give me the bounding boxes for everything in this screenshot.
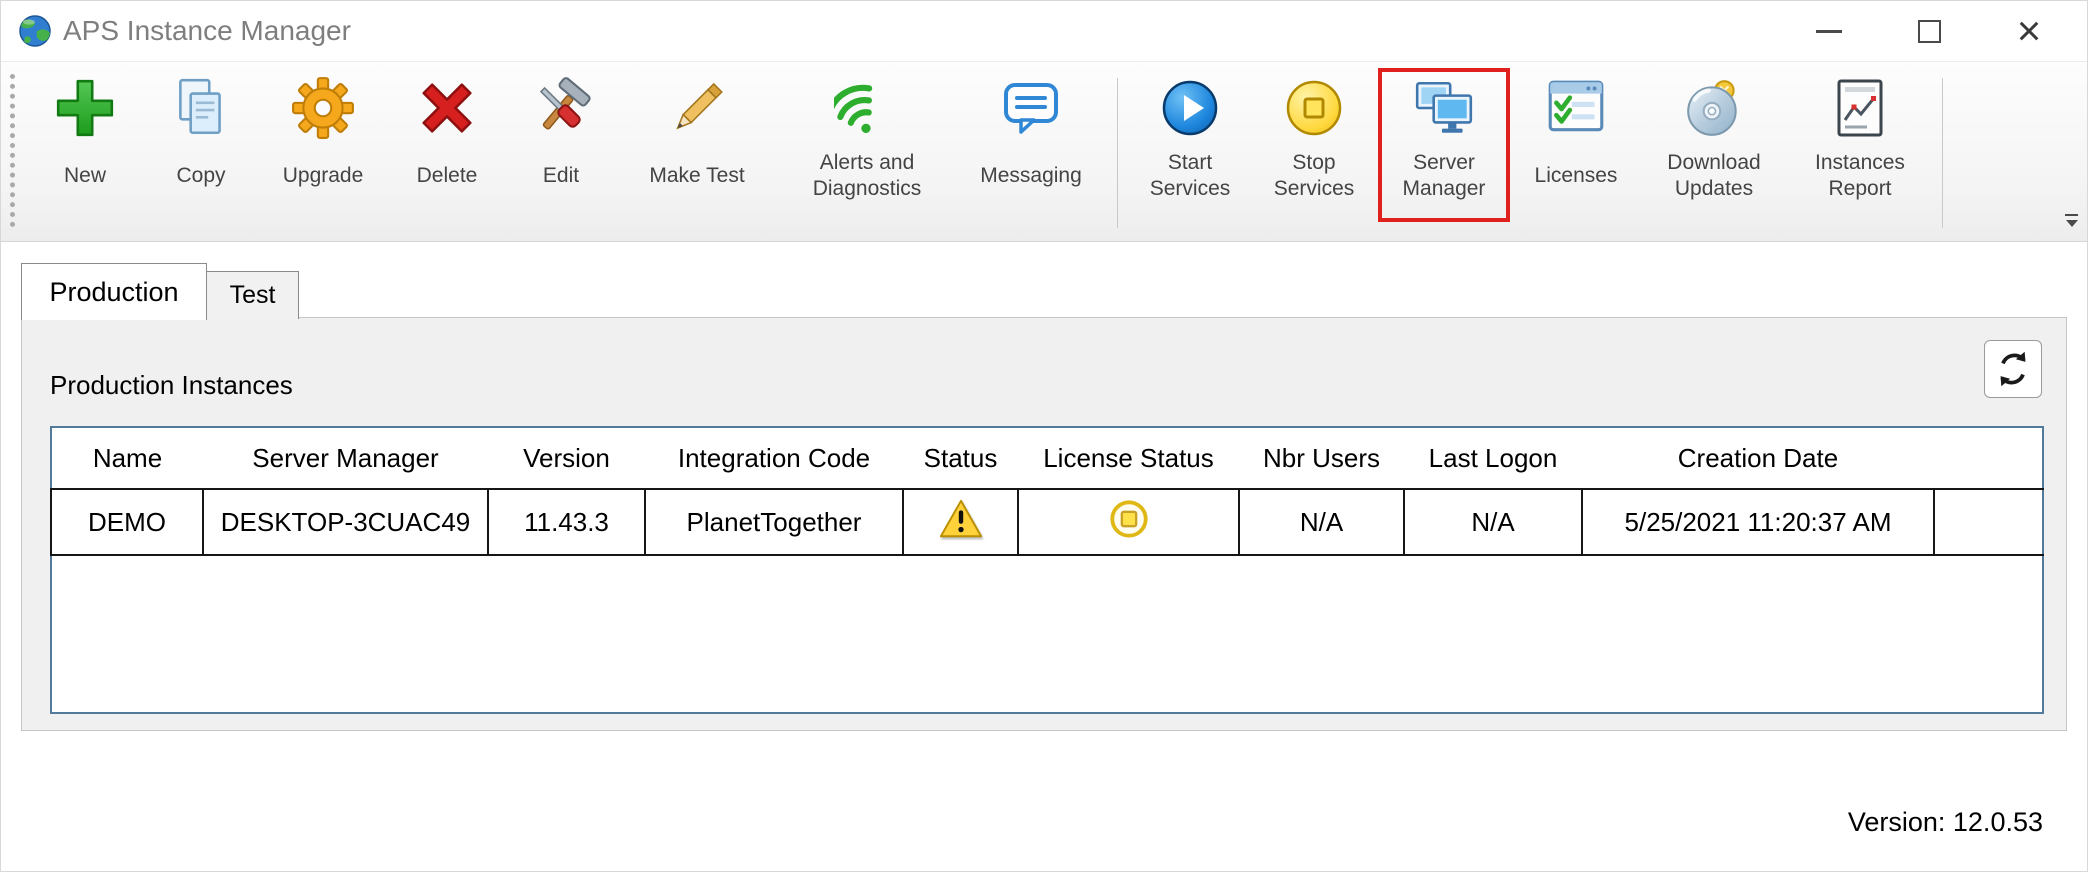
toolbar-button-label: Download Updates xyxy=(1667,150,1761,200)
window-controls: × xyxy=(1779,1,2079,61)
toolbar-button-label: Edit xyxy=(542,163,580,187)
toolbar-button-copy[interactable]: Copy xyxy=(155,70,247,206)
toolbar-button-label: Server Manager xyxy=(1402,150,1486,200)
stop-services-icon xyxy=(1282,70,1346,146)
close-button[interactable]: × xyxy=(1979,1,2079,61)
cell-last-logon[interactable]: N/A xyxy=(1403,488,1583,556)
column-header-empty xyxy=(1934,427,2043,489)
tab-label: Test xyxy=(229,281,276,309)
main-toolbar: New Copy Upgrade Delete Edit Make Test A… xyxy=(1,61,2087,242)
toolbar-button-start-services[interactable]: Start Services xyxy=(1140,70,1240,206)
toolbar-button-label: Licenses xyxy=(1534,163,1618,187)
toolbar-button-download-updates[interactable]: Download Updates xyxy=(1652,70,1776,206)
cell-server-manager[interactable]: DESKTOP-3CUAC49 xyxy=(202,488,489,556)
instances-report-icon xyxy=(1828,70,1892,146)
column-header-server-manager[interactable]: Server Manager xyxy=(203,427,488,489)
toolbar-grip[interactable] xyxy=(10,74,16,227)
column-header-last-logon[interactable]: Last Logon xyxy=(1404,427,1582,489)
close-icon: × xyxy=(2016,7,2042,54)
toolbar-button-instances-report[interactable]: Instances Report xyxy=(1800,70,1920,206)
start-services-play-icon xyxy=(1158,70,1222,146)
toolbar-button-label: Messaging xyxy=(980,163,1082,187)
maximize-icon xyxy=(1917,19,1941,43)
tab-label: Production xyxy=(49,276,179,307)
cell-version[interactable]: 11.43.3 xyxy=(487,488,646,556)
column-header-creation-date[interactable]: Creation Date xyxy=(1582,427,1934,489)
column-header-name[interactable]: Name xyxy=(51,427,203,489)
toolbar-button-label: Stop Services xyxy=(1273,150,1355,200)
toolbar-button-label: Alerts and Diagnostics xyxy=(812,150,922,200)
tab-production[interactable]: Production xyxy=(21,263,207,320)
download-updates-disc-icon xyxy=(1681,70,1747,146)
cell-creation-date[interactable]: 5/25/2021 11:20:37 AM xyxy=(1581,488,1935,556)
cell-integration-code[interactable]: PlanetTogether xyxy=(644,488,904,556)
toolbar-button-label: Delete xyxy=(416,163,478,187)
app-version-label: Version: 12.0.53 xyxy=(1847,807,2043,837)
toolbar-button-stop-services[interactable]: Stop Services xyxy=(1264,70,1364,206)
toolbar-overflow-button[interactable] xyxy=(2064,214,2079,227)
messaging-bubble-icon xyxy=(999,70,1063,146)
new-plus-icon xyxy=(52,70,118,146)
column-header-license-status[interactable]: License Status xyxy=(1018,427,1239,489)
minimize-icon xyxy=(1816,29,1842,33)
licenses-icon xyxy=(1543,70,1609,146)
cell-license-status[interactable] xyxy=(1017,488,1240,556)
copy-icon xyxy=(168,70,234,146)
toolbar-button-label: Start Services xyxy=(1149,150,1231,200)
toolbar-button-messaging[interactable]: Messaging xyxy=(967,70,1095,206)
cell-empty[interactable] xyxy=(1933,488,2043,556)
production-tab-page: Production Instances Name Server Manager… xyxy=(21,317,2067,731)
toolbar-button-label: Copy xyxy=(176,163,226,187)
upgrade-gear-icon xyxy=(290,70,356,146)
toolbar-button-licenses[interactable]: Licenses xyxy=(1524,70,1628,206)
tab-test[interactable]: Test xyxy=(207,271,299,319)
toolbar-button-edit[interactable]: Edit xyxy=(519,70,603,206)
column-header-version[interactable]: Version xyxy=(488,427,645,489)
toolbar-button-label: Make Test xyxy=(649,163,745,187)
server-manager-icon xyxy=(1411,70,1477,146)
refresh-icon xyxy=(2000,351,2026,387)
delete-x-icon xyxy=(415,70,479,146)
app-window: APS Instance Manager × New Copy Upgrade … xyxy=(0,0,2088,872)
toolbar-separator xyxy=(1117,78,1118,228)
toolbar-button-make-test[interactable]: Make Test xyxy=(627,70,767,206)
toolbar-button-label: Upgrade xyxy=(282,163,364,187)
toolbar-button-delete[interactable]: Delete xyxy=(399,70,495,206)
instances-grid: Name Server Manager Version Integration … xyxy=(50,426,2044,714)
warning-icon xyxy=(939,499,982,537)
table-row: DEMO DESKTOP-3CUAC49 11.43.3 PlanetToget… xyxy=(50,488,2043,556)
column-header-integration-code[interactable]: Integration Code xyxy=(645,427,903,489)
title-bar: APS Instance Manager × xyxy=(1,1,2087,61)
toolbar-items: New Copy Upgrade Delete Edit Make Test A… xyxy=(27,68,2043,228)
maximize-button[interactable] xyxy=(1879,1,1979,61)
cell-status[interactable] xyxy=(902,488,1019,556)
toolbar-button-label: New xyxy=(63,163,106,187)
grid-header-row: Name Server Manager Version Integration … xyxy=(51,427,2043,489)
minimize-button[interactable] xyxy=(1779,1,1879,61)
toolbar-button-alerts-diagnostics[interactable]: Alerts and Diagnostics xyxy=(791,70,943,206)
chevron-down-icon xyxy=(2065,220,2078,227)
grid-empty-area xyxy=(51,555,2043,713)
toolbar-button-new[interactable]: New xyxy=(39,70,131,206)
toolbar-button-server-manager[interactable]: Server Manager xyxy=(1378,68,1510,222)
toolbar-button-label: Instances Report xyxy=(1815,150,1905,200)
alerts-signal-icon xyxy=(834,70,900,146)
globe-app-icon xyxy=(17,13,53,49)
edit-tools-icon xyxy=(528,70,594,146)
column-header-nbr-users[interactable]: Nbr Users xyxy=(1239,427,1404,489)
toolbar-overflow-icon xyxy=(2065,214,2078,216)
refresh-button[interactable] xyxy=(1984,340,2042,398)
toolbar-separator xyxy=(1942,78,1943,228)
toolbar-button-upgrade[interactable]: Upgrade xyxy=(271,70,375,206)
window-title: APS Instance Manager xyxy=(63,15,351,46)
panel-title: Production Instances xyxy=(50,370,293,400)
cell-nbr-users[interactable]: N/A xyxy=(1238,488,1405,556)
make-test-pencil-icon xyxy=(664,70,730,146)
tab-strip: Production Test xyxy=(21,261,299,320)
stop-circle-icon xyxy=(1109,499,1148,538)
column-header-status[interactable]: Status xyxy=(903,427,1018,489)
cell-name[interactable]: DEMO xyxy=(50,488,204,556)
